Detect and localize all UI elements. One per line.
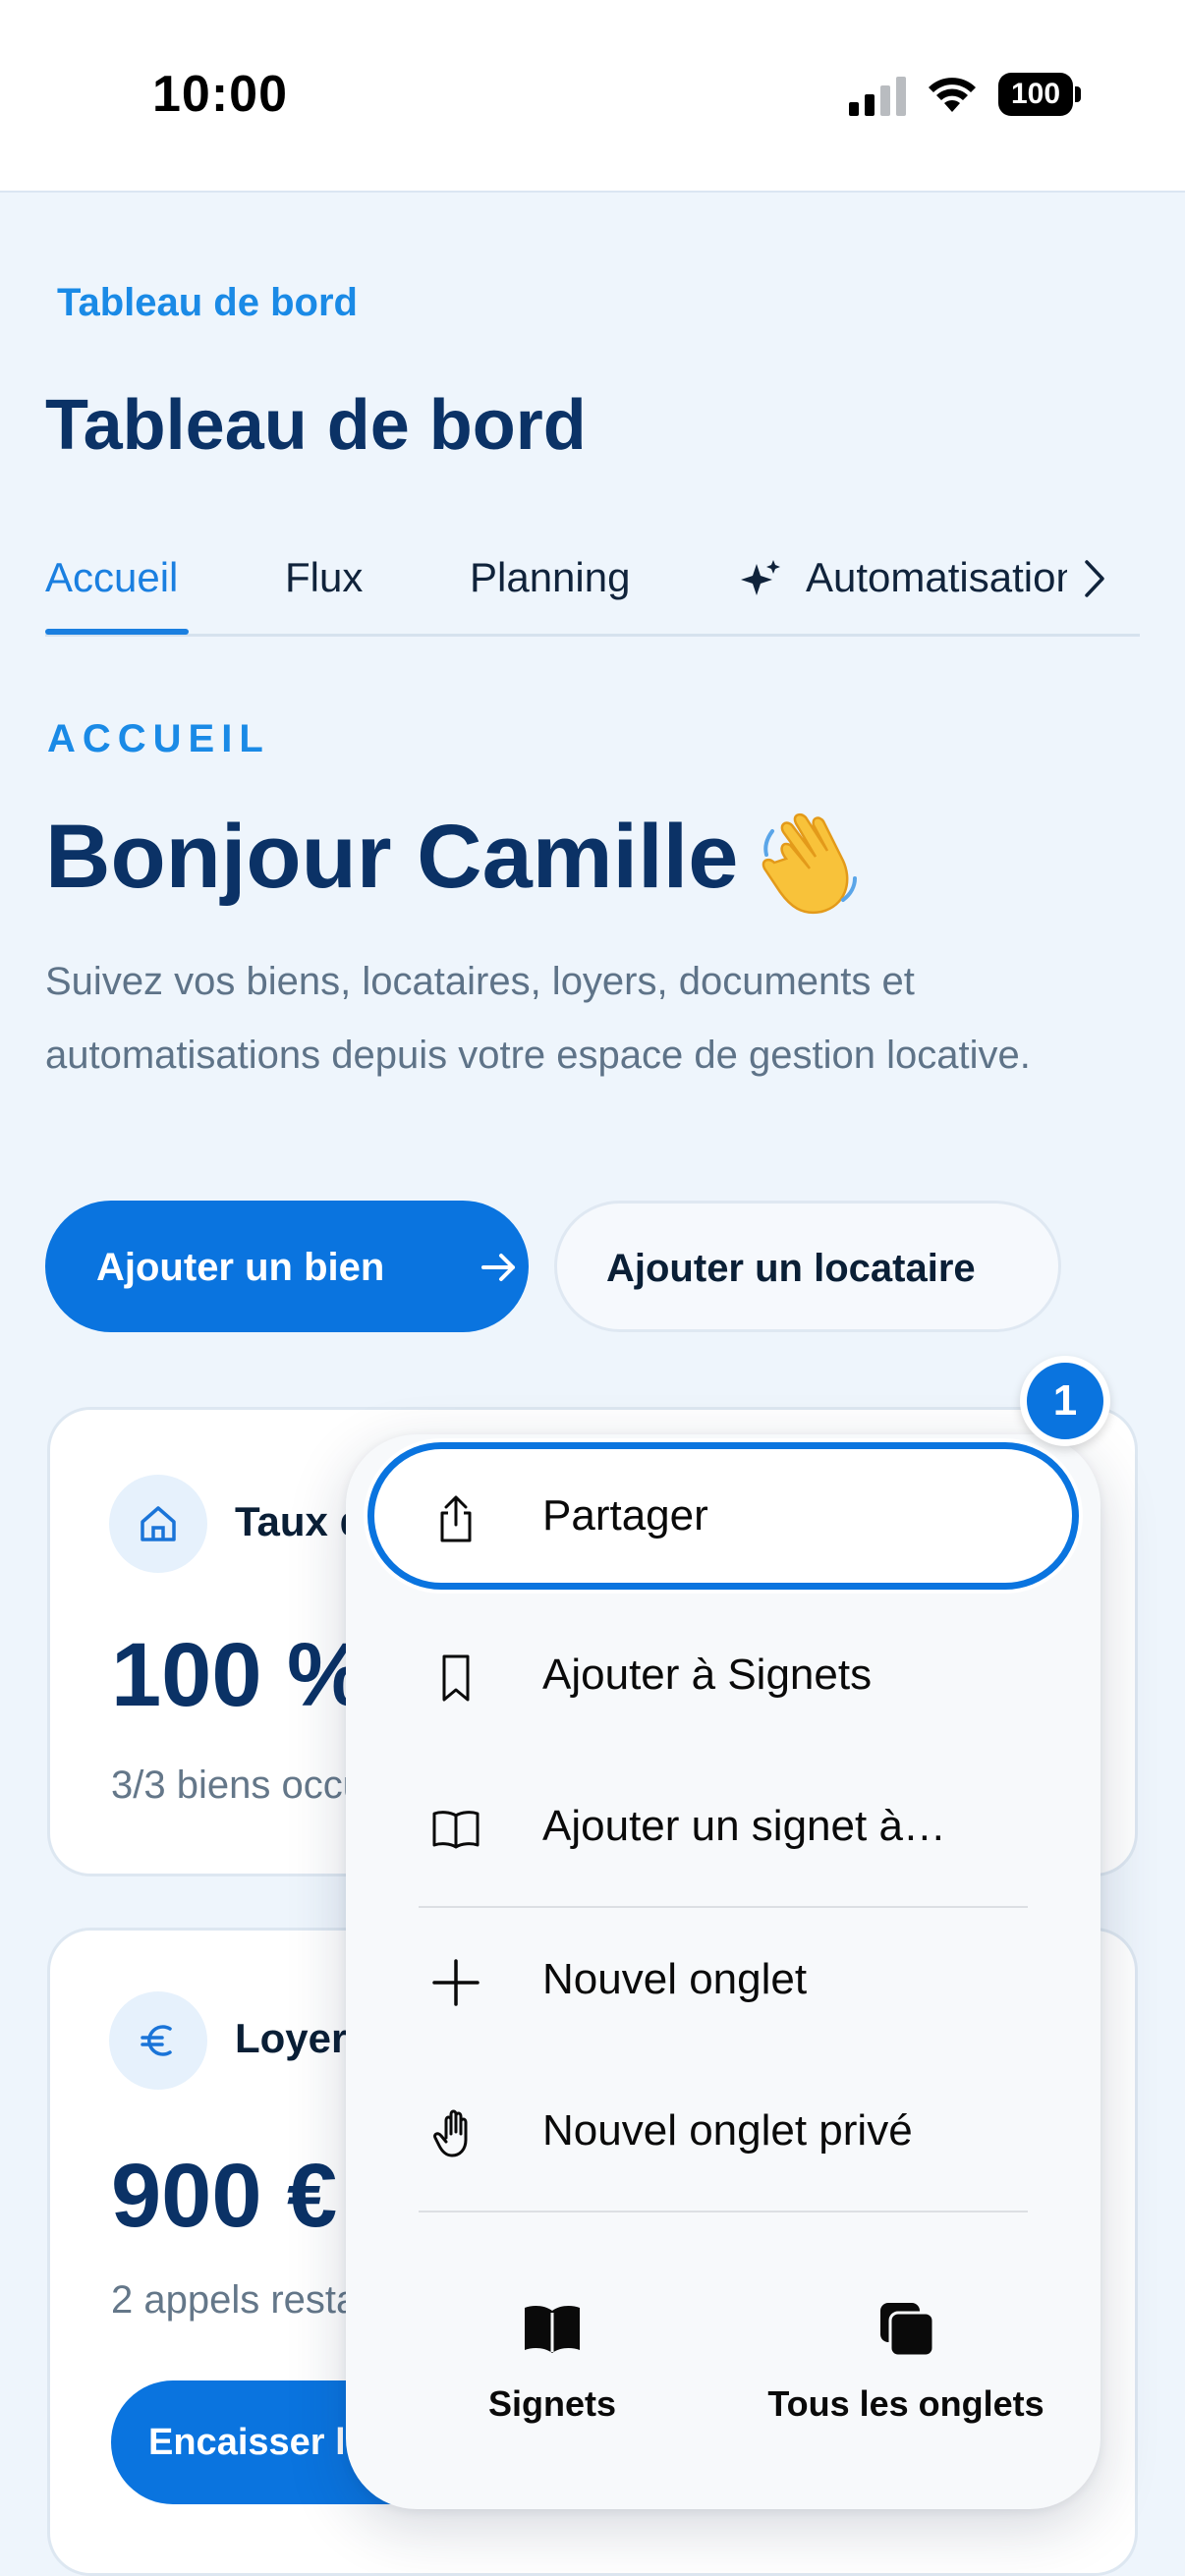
- wifi-icon: [929, 78, 976, 112]
- battery-icon: 100: [998, 73, 1081, 116]
- active-tab-indicator: [45, 629, 189, 635]
- cellular-signal-icon: [849, 77, 906, 116]
- tab-automatisations[interactable]: Automatisations: [739, 552, 1067, 607]
- home-icon: [109, 1475, 207, 1573]
- bookmarks-button[interactable]: Signets: [405, 2250, 700, 2466]
- intro-text: Suivez vos biens, locataires, loyers, do…: [45, 960, 1031, 1077]
- arrow-right-icon: [481, 1254, 515, 1281]
- card-value: 900 €: [111, 2146, 338, 2246]
- open-book-icon: [432, 1811, 480, 1849]
- add-tenant-label: Ajouter un locataire: [606, 1247, 976, 1290]
- breadcrumb[interactable]: Tableau de bord: [57, 281, 358, 325]
- greeting-heading: Bonjour Camille: [45, 807, 739, 907]
- tabs-icon: [880, 2303, 935, 2358]
- card-value: 100 %: [111, 1625, 367, 1725]
- menu-item-label: Ajouter à Signets: [542, 1651, 873, 1699]
- add-tenant-button[interactable]: Ajouter un locataire: [554, 1201, 1061, 1332]
- add-property-label: Ajouter un bien: [96, 1246, 385, 1289]
- status-time: 10:00: [152, 66, 288, 123]
- menu-item-label: Nouvel onglet privé: [542, 2106, 913, 2155]
- menu-item-label: Nouvel onglet: [542, 1955, 808, 2003]
- menu-item-add-bookmark[interactable]: Ajouter à Signets: [346, 1601, 1100, 1749]
- tab-bar: Accueil Flux Planning Automatisations: [45, 531, 1140, 637]
- share-icon: [440, 1495, 472, 1542]
- all-tabs-label: Tous les onglets: [767, 2383, 1044, 2424]
- tab-accueil[interactable]: Accueil: [45, 554, 178, 601]
- bookmarks-icon: [525, 2306, 580, 2353]
- section-eyebrow: ACCUEIL: [47, 717, 270, 760]
- plus-icon: [432, 1959, 480, 2006]
- all-tabs-button[interactable]: Tous les onglets: [739, 2250, 1073, 2466]
- euro-icon: [109, 1991, 207, 2090]
- add-property-button[interactable]: Ajouter un bien: [45, 1201, 529, 1332]
- waving-hand-icon: [762, 812, 857, 915]
- tab-flux[interactable]: Flux: [285, 554, 363, 601]
- bookmark-icon: [442, 1654, 470, 1702]
- menu-item-label: Partager: [542, 1491, 708, 1540]
- menu-item-share[interactable]: Partager: [346, 1442, 1100, 1590]
- menu-item-label: Ajouter un signet à…: [542, 1802, 946, 1850]
- menu-item-new-tab[interactable]: Nouvel onglet: [346, 1906, 1100, 2053]
- step-badge: 1: [1020, 1356, 1110, 1446]
- battery-level: 100: [1010, 78, 1061, 110]
- status-bar: 10:00 100: [0, 0, 1185, 193]
- bookmarks-label: Signets: [487, 2383, 617, 2424]
- sparkle-icon: [741, 560, 780, 595]
- tab-planning[interactable]: Planning: [470, 554, 630, 601]
- menu-item-new-private-tab[interactable]: Nouvel onglet privé: [346, 2057, 1100, 2205]
- hand-icon: [433, 2109, 468, 2157]
- page-title: Tableau de bord: [45, 386, 587, 465]
- tab-automatisations-label: Automatisations: [806, 554, 1067, 600]
- chevron-right-icon[interactable]: [1075, 552, 1114, 605]
- menu-item-add-bookmark-to[interactable]: Ajouter un signet à…: [346, 1753, 1100, 1900]
- menu-divider: [419, 2211, 1028, 2212]
- browser-context-menu: Partager Ajouter à Signets Ajouter un si…: [346, 1434, 1100, 2509]
